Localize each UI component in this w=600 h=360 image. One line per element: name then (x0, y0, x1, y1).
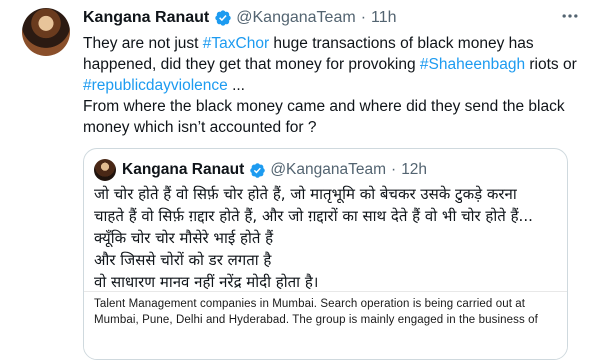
hashtag-republicdayviolence[interactable]: #republicdayviolence (83, 77, 228, 94)
tweet-text: They are not just #TaxChor huge transact… (83, 33, 588, 138)
quoted-author-avatar (94, 159, 116, 181)
quoted-media-text: Talent Management companies in Mumbai. S… (94, 296, 564, 328)
quoted-author-name: Kangana Ranaut (122, 161, 245, 178)
quoted-author-handle: @KanganaTeam (270, 161, 387, 178)
hashtag-shaheenbagh[interactable]: #Shaheenbagh (420, 56, 525, 73)
more-options-glyph (562, 14, 578, 18)
quoted-text-line: चाहते हैं वो सिर्फ़ ग़द्दार होते हैं, और… (94, 207, 533, 225)
author-handle[interactable]: @KanganaTeam (236, 9, 355, 27)
quoted-text-line: और जिससे चोरों को डर लगता है (94, 251, 272, 269)
author-name[interactable]: Kangana Ranaut (83, 9, 209, 27)
verified-badge-icon (215, 10, 231, 26)
quoted-tweet-card[interactable]: Kangana Ranaut @KanganaTeam · 12h जो चोर… (83, 148, 568, 360)
separator-dot: · (391, 161, 397, 178)
tweet-text-part: riots or (525, 56, 577, 73)
separator-dot: · (360, 9, 367, 26)
media-text-line: Mumbai, Pune, Delhi and Hyderabad. The g… (94, 314, 538, 326)
tweet-text-part: They are not just (83, 35, 203, 52)
tweet-header: Kangana Ranaut @KanganaTeam · 11h (83, 9, 397, 27)
quoted-tweet-timestamp: 12h (401, 161, 428, 178)
quoted-tweet-header: Kangana Ranaut @KanganaTeam · 12h (122, 161, 427, 179)
hashtag-taxchor[interactable]: #TaxChor (203, 35, 269, 52)
quoted-media-image[interactable]: Talent Management companies in Mumbai. S… (84, 291, 567, 359)
verified-badge-icon (250, 162, 266, 178)
tweet-timestamp[interactable]: 11h (371, 9, 397, 27)
more-options-icon[interactable] (560, 6, 580, 26)
quoted-text-line: क्यूँकि चोर चोर मौसेरे भाई होते हैं (94, 229, 274, 247)
media-text-line: Talent Management companies in Mumbai. S… (94, 298, 526, 310)
author-avatar[interactable] (22, 8, 70, 56)
quoted-text-line: वो साधारण मानव नहीं नरेंद्र मोदी होता है… (94, 273, 319, 291)
quoted-tweet-text: जो चोर होते हैं वो सिर्फ़ चोर होते हैं, … (94, 183, 559, 293)
quoted-text-line: जो चोर होते हैं वो सिर्फ़ चोर होते हैं, … (94, 185, 517, 203)
